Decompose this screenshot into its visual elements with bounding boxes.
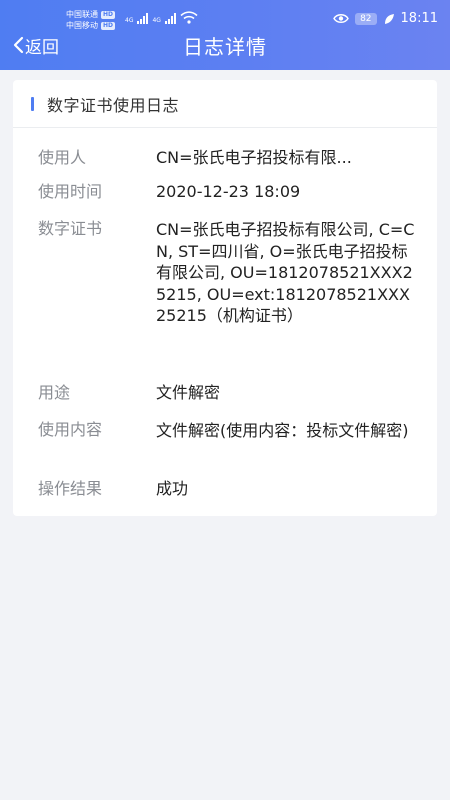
top-app-bar: 中国联通 HD 中国移动 HD 4G 4G 82 18:11 返回 日志详情 bbox=[0, 0, 450, 70]
field-label: 使用时间 bbox=[38, 182, 103, 201]
field-label: 使用内容 bbox=[38, 420, 103, 439]
field-value: CN=张氏电子招投标有限... bbox=[156, 148, 352, 167]
eye-icon bbox=[333, 14, 349, 23]
carrier-info: 中国联通 HD 中国移动 HD bbox=[66, 9, 116, 31]
accent-bar bbox=[31, 96, 34, 111]
signal-icon bbox=[137, 12, 149, 24]
wifi-icon bbox=[180, 11, 198, 24]
field-value: 文件解密(使用内容：投标文件解密) bbox=[156, 421, 409, 440]
field-value: CN=张氏电子招投标有限公司, C=CN, ST=四川省, O=张氏电子招投标有… bbox=[156, 220, 415, 325]
status-right: 82 18:11 bbox=[333, 11, 438, 26]
field-row-content: 使用内容 文件解密(使用内容：投标文件解密) bbox=[38, 420, 418, 441]
network-type-2: 4G bbox=[152, 17, 161, 24]
signal-icon bbox=[164, 12, 176, 24]
network-type-1: 4G bbox=[125, 17, 134, 24]
field-row-purpose: 用途 文件解密 bbox=[38, 383, 418, 403]
field-label: 操作结果 bbox=[38, 479, 103, 498]
hd-badge: HD bbox=[101, 21, 116, 30]
field-row-time: 使用时间 2020-12-23 18:09 bbox=[38, 182, 418, 202]
field-row-certificate: 数字证书 CN=张氏电子招投标有限公司, C=CN, ST=四川省, O=张氏电… bbox=[38, 219, 418, 327]
field-label: 用途 bbox=[38, 383, 71, 402]
field-row-user: 使用人 CN=张氏电子招投标有限... bbox=[38, 148, 418, 168]
leaf-icon bbox=[384, 13, 394, 24]
page-title: 日志详情 bbox=[183, 35, 267, 59]
field-value: 文件解密 bbox=[156, 383, 221, 402]
log-detail-card: 数字证书使用日志 使用人 CN=张氏电子招投标有限... 使用时间 2020-1… bbox=[13, 80, 437, 516]
field-row-result: 操作结果 成功 bbox=[38, 479, 418, 499]
status-time: 18:11 bbox=[400, 11, 438, 26]
carrier-1: 中国联通 bbox=[66, 10, 98, 19]
field-label: 数字证书 bbox=[38, 219, 103, 238]
field-label: 使用人 bbox=[38, 148, 87, 167]
card-title: 数字证书使用日志 bbox=[47, 95, 180, 115]
field-value: 2020-12-23 18:09 bbox=[156, 182, 301, 201]
card-header: 数字证书使用日志 bbox=[13, 80, 437, 128]
battery-indicator: 82 bbox=[355, 12, 377, 25]
network-indicators: 4G 4G bbox=[125, 11, 198, 24]
field-value: 成功 bbox=[156, 479, 189, 498]
hd-badge: HD bbox=[101, 10, 116, 19]
carrier-2: 中国移动 bbox=[66, 21, 98, 30]
